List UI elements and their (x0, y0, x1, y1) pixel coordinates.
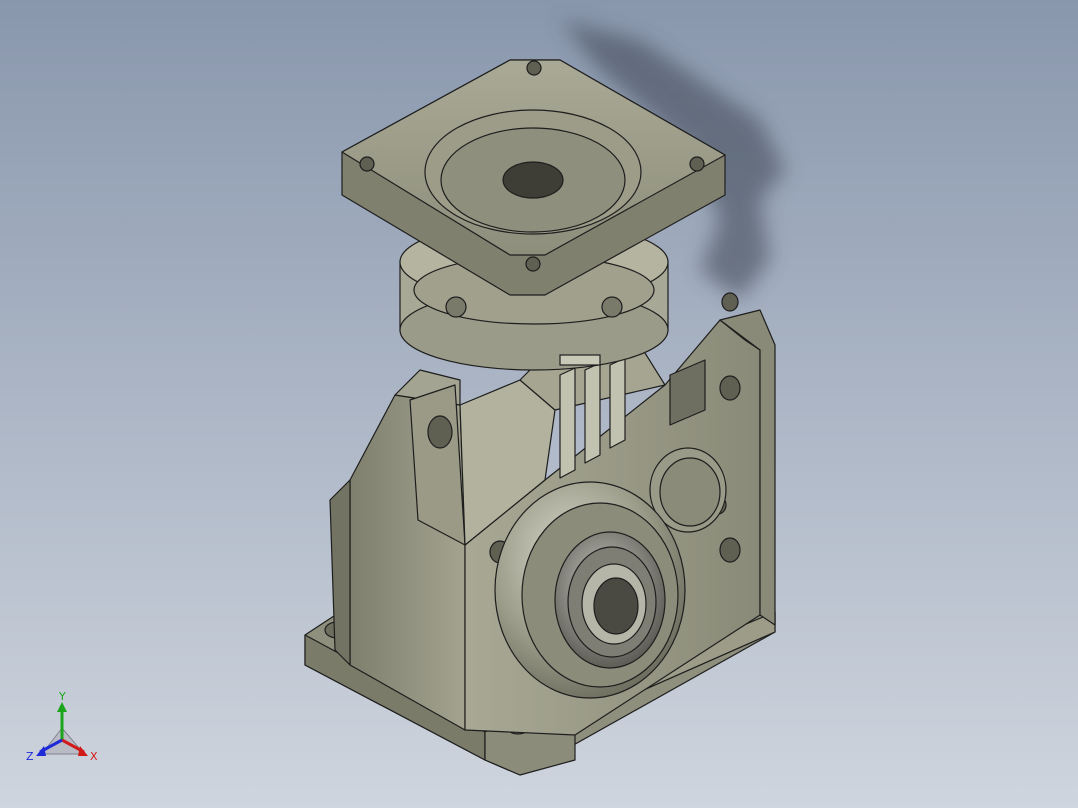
y-axis-label: Y (58, 690, 66, 703)
x-axis-arrow (78, 746, 88, 756)
cad-viewport[interactable]: Y X Z (0, 0, 1078, 808)
z-axis-label: Z (26, 750, 34, 763)
axis-triad[interactable]: Y X Z (22, 690, 112, 770)
gearbox-model[interactable] (0, 0, 1078, 808)
output-bearing (494, 481, 686, 699)
triad-graphic: Y X Z (26, 690, 98, 763)
x-axis-label: X (90, 750, 98, 763)
z-axis-arrow (36, 746, 46, 756)
y-axis-arrow (57, 702, 67, 712)
